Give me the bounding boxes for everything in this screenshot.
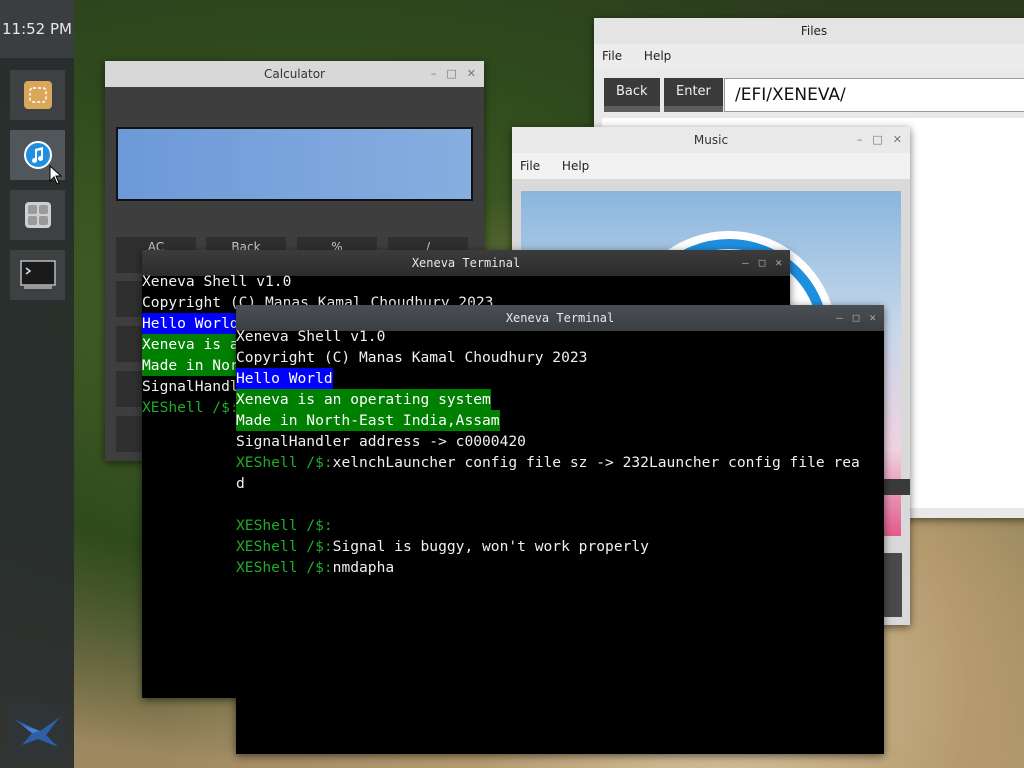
dock-item-terminal[interactable] [10,250,65,300]
terminal-prompt: XEShell /$: [142,399,239,416]
terminal-line: Hello World [142,313,239,334]
calculator-window-controls: – □ ✕ [431,61,476,87]
terminal-line: XEShell /$: [236,515,333,536]
close-icon[interactable]: ✕ [467,61,476,87]
terminal-prompt: XEShell /$: [236,517,333,534]
mouse-cursor-icon [49,165,63,185]
maximize-icon[interactable]: □ [446,61,456,87]
music-window-controls: – □ ✕ [857,127,902,153]
files-menubar: File Help [594,44,1024,68]
terminal-icon [19,260,56,289]
terminal-line: Xeneva Shell v1.0 [236,328,386,345]
maximize-icon[interactable]: □ [872,127,882,153]
music-menu-file[interactable]: File [520,153,540,179]
music-menubar: File Help [512,153,910,179]
terminal-window-controls: – □ ✕ [742,250,782,276]
path-input[interactable]: /EFI/XENEVA/ [724,78,1024,112]
minimize-icon[interactable]: – [857,127,863,153]
dock-item-calculator[interactable] [10,190,65,240]
music-menu-help[interactable]: Help [562,153,589,179]
terminal-prompt: XEShell /$: [236,538,333,555]
music-title: Music [512,127,910,153]
minimize-icon[interactable]: – [431,61,437,87]
terminal-output: d [236,475,245,492]
terminal-line: XEShell /$:xelnchLauncher config file sz… [236,452,860,473]
dock-item-files[interactable] [10,70,65,120]
terminal-line: Xeneva Shell v1.0 [142,273,292,290]
terminal-line: Xeneva is an operating system [236,389,491,410]
close-icon[interactable]: ✕ [775,250,782,276]
back-button[interactable]: Back [604,78,660,112]
folder-icon [23,81,52,109]
close-icon[interactable]: ✕ [893,127,902,153]
terminal-window-front[interactable]: Xeneva Terminal – □ ✕ Xeneva Shell v1.0 … [236,305,884,754]
xeneva-logo-icon [14,717,60,747]
enter-button[interactable]: Enter [664,78,723,112]
close-icon[interactable]: ✕ [869,305,876,331]
terminal-window-controls: – □ ✕ [836,305,876,331]
minimize-icon[interactable]: – [836,305,843,331]
terminal-output: Signal is buggy, won't work properly [332,538,649,555]
calculator-display [116,127,473,201]
terminal-output: xelnchLauncher config file sz -> 232Laun… [332,454,860,471]
terminal-input[interactable]: nmdapha [333,559,395,576]
files-menu-help[interactable]: Help [644,44,671,68]
files-menu-file[interactable]: File [602,44,622,68]
terminal-prompt: XEShell /$: [236,559,333,576]
terminal-line: Made in North-East India,Assam [236,410,500,431]
clock: 11:52 PM [0,0,74,58]
music-controls[interactable] [884,553,902,617]
terminal-line: SignalHandler address -> c0000420 [236,433,526,450]
music-note-icon [23,141,52,169]
terminal-line: Hello World [236,368,333,389]
maximize-icon[interactable]: □ [853,305,860,331]
files-title: Files [594,18,1024,44]
calculator-title: Calculator [105,61,484,87]
calculator-icon [24,202,51,228]
terminal-prompt: XEShell /$: [236,454,333,471]
dock: 11:52 PM [0,0,74,768]
terminal-line: Copyright (C) Manas Kamal Choudhury 2023 [236,349,588,366]
maximize-icon[interactable]: □ [759,250,766,276]
minimize-icon[interactable]: – [742,250,749,276]
terminal-input-line[interactable]: XEShell /$:nmdapha [236,557,394,578]
xeneva-logo-button[interactable] [8,705,66,757]
terminal-line: XEShell /$:Signal is buggy, won't work p… [236,536,649,557]
